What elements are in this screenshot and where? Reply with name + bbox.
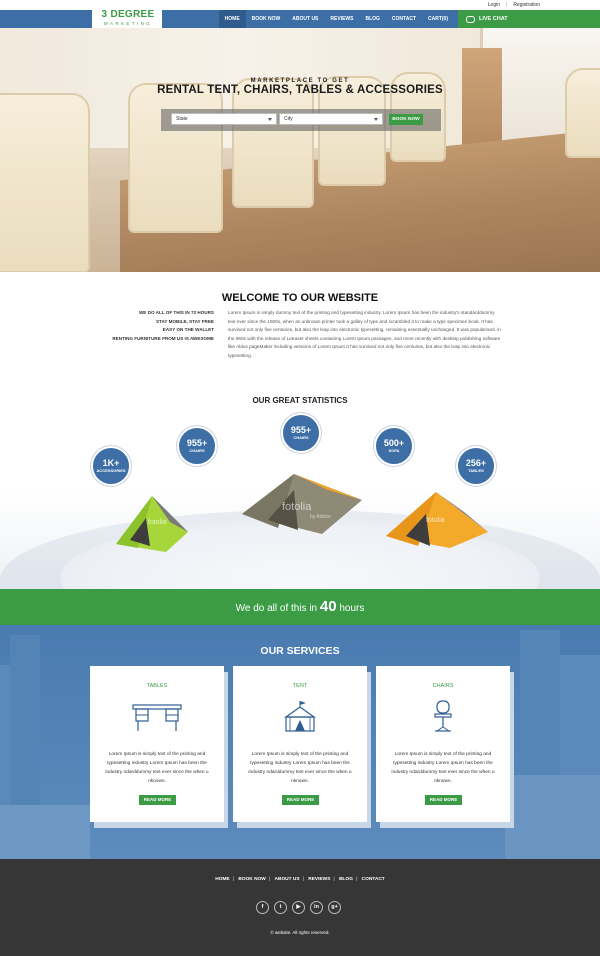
chair-icon: [434, 700, 452, 732]
band-prefix: We do all of this in: [235, 603, 318, 614]
stat-tables: 256+ TABLES: [456, 446, 496, 486]
footer-link-book-now[interactable]: BOOK NOW: [235, 877, 268, 882]
stats-title: OUR GREAT STATISTICS: [252, 396, 348, 405]
nav-left-strip: [0, 10, 92, 28]
green-tent-image: fotolia: [116, 496, 188, 552]
footer-link-about-us[interactable]: ABOUT US: [272, 877, 303, 882]
state-select[interactable]: State: [171, 113, 277, 125]
read-more-button[interactable]: READ MORE: [282, 795, 319, 805]
tent-watermark: fotolia: [148, 519, 167, 526]
nav-book-now[interactable]: BOOK NOW: [246, 10, 287, 28]
welcome-bullets: WE DO ALL OF THIS IN 72 HOURS STAY MOBIL…: [100, 309, 214, 343]
hero-banner: [0, 28, 600, 272]
band-suffix: hours: [339, 603, 365, 614]
service-card-title: TENT: [292, 683, 308, 689]
tent-icon: [284, 701, 316, 732]
navbar: 3 DEGREE MARKETING HOME BOOK NOW ABOUT U…: [0, 9, 600, 29]
footer-link-contact[interactable]: CONTACT: [359, 877, 388, 882]
nav-cart[interactable]: CART(0): [422, 10, 454, 28]
stat-value: 500+: [383, 438, 405, 448]
tent-watermark: fotolia: [282, 501, 312, 513]
copyright: © website. All rights reserved.: [270, 930, 330, 935]
service-card-text: Lorem Ipsum is simply text of the printi…: [105, 752, 209, 784]
stat-chairs: 955+ CHAIRS: [177, 426, 217, 466]
googleplus-icon[interactable]: g+: [328, 901, 341, 914]
login-link[interactable]: Login: [488, 2, 500, 8]
stat-chairs-2: 955+ CHAIRS: [281, 413, 321, 453]
stat-label: ACCESSORIES: [96, 468, 126, 473]
main-nav: HOME BOOK NOW ABOUT US REVIEWS BLOG CONT…: [162, 10, 458, 28]
stat-accessories: 1K+ ACCESSORIES: [91, 446, 131, 486]
footer-links: HOME | BOOK NOW | ABOUT US | REVIEWS | BLOG |…: [0, 877, 600, 882]
tent-watermark: fotolia: [426, 517, 445, 524]
chat-bubble-icon: [466, 15, 475, 23]
welcome-paragraph: Lorem Ipsum is simply dummy text of the …: [228, 310, 501, 358]
service-card-title: CHAIRS: [432, 683, 454, 689]
state-select-value: State: [176, 116, 188, 122]
stat-label: CHAIRS: [189, 448, 205, 453]
live-chat-label: LIVE CHAT: [479, 16, 508, 22]
welcome-title: WELCOME TO OUR WEBSITE: [221, 292, 379, 304]
facebook-icon[interactable]: f: [256, 901, 269, 914]
stat-sofa: 500+ SOFA: [374, 426, 414, 466]
stat-label: TABLES: [468, 468, 484, 473]
stat-value: 955+: [290, 425, 312, 435]
service-card-tent: TENT Lorem Ipsum is simply text of the p…: [233, 666, 367, 822]
band-number: 40: [319, 598, 337, 615]
city-select[interactable]: City: [279, 113, 383, 125]
stat-value: 955+: [186, 438, 208, 448]
search-box: State City BOOK NOW: [161, 109, 441, 131]
stat-value: 1K+: [102, 458, 120, 468]
city-select-value: City: [284, 116, 293, 122]
twitter-icon[interactable]: t: [274, 901, 287, 914]
stat-label: SOFA: [388, 448, 400, 453]
welcome-bullet: EASY ON THE WALLET: [162, 327, 214, 333]
nav-reviews[interactable]: REVIEWS: [324, 10, 359, 28]
footer-link-blog[interactable]: BLOG: [336, 877, 356, 882]
nav-about-us[interactable]: ABOUT US: [286, 10, 324, 28]
footer-link-home[interactable]: HOME: [212, 877, 232, 882]
services-title: OUR SERVICES: [260, 645, 340, 657]
registration-link[interactable]: Registration: [513, 2, 540, 8]
service-card-chairs: CHAIRS Lorem Ipsum is simply text of the…: [376, 666, 510, 822]
service-card-text: Lorem Ipsum is simply text of the printi…: [248, 752, 352, 784]
nav-blog[interactable]: BLOG: [359, 10, 385, 28]
read-more-button[interactable]: READ MORE: [425, 795, 462, 805]
footer-link-reviews[interactable]: REVIEWS: [305, 877, 333, 882]
logo-subtitle: MARKETING: [103, 21, 153, 26]
orange-tent-image: fotolia: [386, 492, 488, 548]
logo[interactable]: 3 DEGREE MARKETING: [94, 9, 162, 29]
service-card-title: TABLES: [146, 683, 168, 689]
welcome-bullet: STAY MOBILE, STAY FREE: [155, 318, 214, 324]
welcome-bullet: RENTING FURNITURE FROM US IS AWESOME: [112, 335, 214, 341]
read-more-button[interactable]: READ MORE: [139, 795, 176, 805]
youtube-icon[interactable]: ▶: [292, 901, 305, 914]
chevron-down-icon: [374, 118, 378, 121]
hero-overlay: [0, 28, 600, 272]
tent-watermark-sub: by Adobe: [310, 514, 331, 520]
hero-title: RENTAL TENT, CHAIRS, TABLES & ACCESSORIE…: [157, 84, 443, 96]
social-links: f t ▶ in g+: [256, 901, 341, 914]
stat-value: 256+: [465, 458, 487, 468]
logo-title: 3 DEGREE: [101, 9, 155, 20]
welcome-bullet: WE DO ALL OF THIS IN 72 HOURS: [138, 310, 214, 315]
chevron-down-icon: [268, 118, 272, 121]
stat-label: CHAIRS: [293, 435, 309, 440]
nav-contact[interactable]: CONTACT: [386, 10, 422, 28]
account-links-separator: |: [506, 2, 508, 8]
service-card-text: Lorem Ipsum is simply text of the printi…: [391, 752, 495, 784]
delivery-band: We do all of this in 40 hours: [0, 589, 600, 625]
service-card-tables: TABLES Lorem Ipsum is simply text of the…: [90, 666, 224, 822]
live-chat-button[interactable]: LIVE CHAT: [458, 10, 600, 28]
book-now-button[interactable]: BOOK NOW: [389, 114, 423, 125]
account-links: Login | Registration: [488, 2, 540, 8]
nav-home[interactable]: HOME: [218, 10, 246, 28]
linkedin-icon[interactable]: in: [310, 901, 323, 914]
table-icon: [132, 704, 182, 731]
grey-tent-image: fotolia by Adobe: [242, 474, 362, 534]
